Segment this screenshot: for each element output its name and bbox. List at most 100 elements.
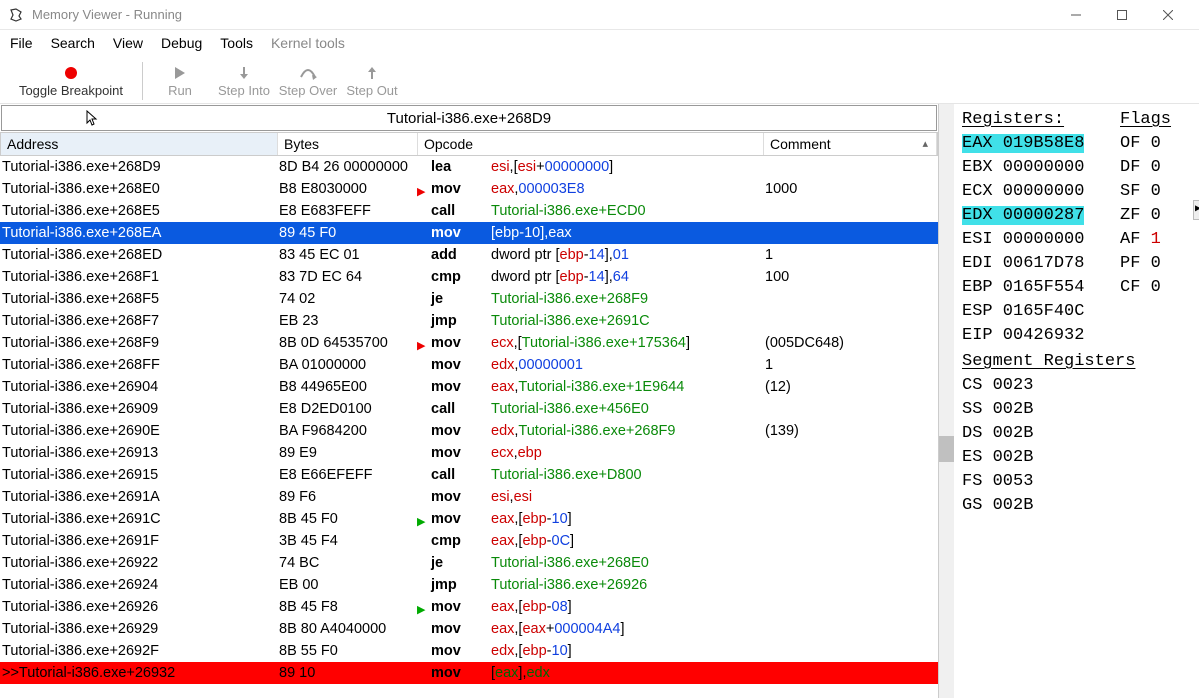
flag-entry[interactable]: PF 0 [1120,252,1161,276]
disassembly-row[interactable]: Tutorial-i386.exe+26924EB 00jmpTutorial-… [0,574,938,596]
step-over-icon [299,63,317,83]
cell-bytes: EB 23 [277,310,417,332]
flag-entry[interactable]: AF 1 [1120,228,1161,252]
maximize-button[interactable] [1099,0,1145,30]
disassembly-row[interactable]: Tutorial-i386.exe+26915E8 E66EFEFFcallTu… [0,464,938,486]
step-over-label: Step Over [279,83,338,98]
menu-view[interactable]: View [113,35,143,51]
cell-comment: 1 [763,354,938,376]
disassembly-row[interactable]: Tutorial-i386.exe+268F183 7D EC 64cmpdwo… [0,266,938,288]
column-bytes[interactable]: Bytes [278,133,418,155]
disassembly-row[interactable]: >>Tutorial-i386.exe+2693289 10mov[eax],e… [0,662,938,684]
cell-opcode: ▶moveax,[ebp-08] [417,596,763,618]
cell-address: Tutorial-i386.exe+2691C [0,508,277,530]
disassembly-row[interactable]: Tutorial-i386.exe+268EA89 45 F0mov[ebp-1… [0,222,938,244]
flag-entry[interactable]: DF 0 [1120,156,1161,180]
disassembly-row[interactable]: Tutorial-i386.exe+268F98B 0D 64535700▶mo… [0,332,938,354]
column-comment[interactable]: Comment▴ [764,133,937,155]
cell-comment [763,618,938,640]
disassembly-row[interactable]: Tutorial-i386.exe+268E5E8 E683FEFFcallTu… [0,200,938,222]
menu-tools[interactable]: Tools [220,35,253,51]
cell-bytes: 8D B4 26 00000000 [277,156,417,178]
step-out-button[interactable]: Step Out [341,59,403,103]
menu-file[interactable]: File [10,35,33,51]
menu-debug[interactable]: Debug [161,35,202,51]
register-entry[interactable]: ECX 00000000 [962,180,1120,204]
cell-comment: (005DC648) [763,332,938,354]
cell-opcode: jmpTutorial-i386.exe+26926 [417,574,763,596]
segment-register-entry[interactable]: FS 0053 [962,470,1191,494]
cell-opcode: mov[eax],edx [417,662,763,684]
cell-address: Tutorial-i386.exe+26915 [0,464,277,486]
register-entry[interactable]: EDI 00617D78 [962,252,1120,276]
registers-title: Registers: [962,108,1120,132]
register-entry[interactable]: EDX 00000287 [962,204,1120,228]
step-into-button[interactable]: Step Into [213,59,275,103]
disassembly-row[interactable]: Tutorial-i386.exe+268FFBA 01000000movedx… [0,354,938,376]
flag-entry[interactable]: ZF 0 [1120,204,1161,228]
registers-pane: Registers: Flags EAX 019B58E8OF 0EBX 000… [954,104,1199,698]
register-entry[interactable]: EAX 019B58E8 [962,132,1120,156]
breakpoint-icon [65,63,77,83]
disassembly-row[interactable]: Tutorial-i386.exe+268F574 02jeTutorial-i… [0,288,938,310]
disassembly-row[interactable]: Tutorial-i386.exe+2692F8B 55 F0movedx,[e… [0,640,938,662]
cell-address: Tutorial-i386.exe+26926 [0,596,277,618]
cell-address: Tutorial-i386.exe+26909 [0,398,277,420]
cell-comment: (12) [763,376,938,398]
expand-handle[interactable]: ▶ [1193,200,1199,220]
disassembly-row[interactable]: Tutorial-i386.exe+268ED83 45 EC 01adddwo… [0,244,938,266]
cell-address: Tutorial-i386.exe+268ED [0,244,277,266]
cell-address: Tutorial-i386.exe+2691A [0,486,277,508]
scroll-thumb[interactable] [939,436,954,462]
disassembly-row[interactable]: Tutorial-i386.exe+269298B 80 A4040000mov… [0,618,938,640]
disassembly-row[interactable]: Tutorial-i386.exe+268D98D B4 26 00000000… [0,156,938,178]
disassembly-row[interactable]: Tutorial-i386.exe+2690EBA F9684200movedx… [0,420,938,442]
register-entry[interactable]: ESI 00000000 [962,228,1120,252]
disassembly-row[interactable]: Tutorial-i386.exe+26904B8 44965E00moveax… [0,376,938,398]
run-button[interactable]: Run [149,59,211,103]
segment-register-entry[interactable]: CS 0023 [962,374,1191,398]
cell-bytes: 8B 45 F8 [277,596,417,618]
segment-register-entry[interactable]: SS 002B [962,398,1191,422]
flag-entry[interactable]: OF 0 [1120,132,1161,156]
disassembly-row[interactable]: Tutorial-i386.exe+2691C8B 45 F0▶moveax,[… [0,508,938,530]
disassembly-row[interactable]: Tutorial-i386.exe+269268B 45 F8▶moveax,[… [0,596,938,618]
column-opcode[interactable]: Opcode [418,133,764,155]
disassembly-row[interactable]: Tutorial-i386.exe+268F7EB 23jmpTutorial-… [0,310,938,332]
step-over-button[interactable]: Step Over [277,59,339,103]
cell-address: Tutorial-i386.exe+268FF [0,354,277,376]
register-entry[interactable]: EIP 00426932 [962,324,1120,348]
disassembly-row[interactable]: Tutorial-i386.exe+2691A89 F6movesi,esi [0,486,938,508]
cell-address: Tutorial-i386.exe+268E0 [0,178,277,200]
cell-comment [763,222,938,244]
minimize-button[interactable] [1053,0,1099,30]
flag-entry[interactable]: SF 0 [1120,180,1161,204]
menu-kernel-tools[interactable]: Kernel tools [271,35,345,51]
close-button[interactable] [1145,0,1191,30]
disassembly-row[interactable]: Tutorial-i386.exe+26909E8 D2ED0100callTu… [0,398,938,420]
flag-entry[interactable]: CF 0 [1120,276,1161,300]
cell-opcode: ▶movecx,[Tutorial-i386.exe+175364] [417,332,763,354]
register-entry[interactable]: ESP 0165F40C [962,300,1120,324]
register-entry[interactable]: EBP 0165F554 [962,276,1120,300]
disassembly-row[interactable]: Tutorial-i386.exe+2691F3B 45 F4cmpeax,[e… [0,530,938,552]
cell-opcode: movedx,00000001 [417,354,763,376]
disassembly-row[interactable]: Tutorial-i386.exe+2691389 E9movecx,ebp [0,442,938,464]
titlebar: Memory Viewer - Running [0,0,1199,30]
segment-register-entry[interactable]: DS 002B [962,422,1191,446]
disassembly-row[interactable]: Tutorial-i386.exe+268E0B8 E8030000▶movea… [0,178,938,200]
module-address-bar[interactable]: Tutorial-i386.exe+268D9 [1,105,937,131]
toggle-breakpoint-button[interactable]: Toggle Breakpoint [6,59,136,103]
column-address[interactable]: Address [1,133,278,155]
disassembly-row[interactable]: Tutorial-i386.exe+2692274 BCjeTutorial-i… [0,552,938,574]
register-entry[interactable]: EBX 00000000 [962,156,1120,180]
cell-bytes: 89 E9 [277,442,417,464]
cell-comment [763,530,938,552]
cell-bytes: E8 D2ED0100 [277,398,417,420]
scrollbar[interactable] [938,104,954,698]
disassembly-rows[interactable]: Tutorial-i386.exe+268D98D B4 26 00000000… [0,156,938,698]
segment-register-entry[interactable]: ES 002B [962,446,1191,470]
segment-register-entry[interactable]: GS 002B [962,494,1191,518]
cell-opcode: cmpdword ptr [ebp-14],64 [417,266,763,288]
menu-search[interactable]: Search [51,35,95,51]
